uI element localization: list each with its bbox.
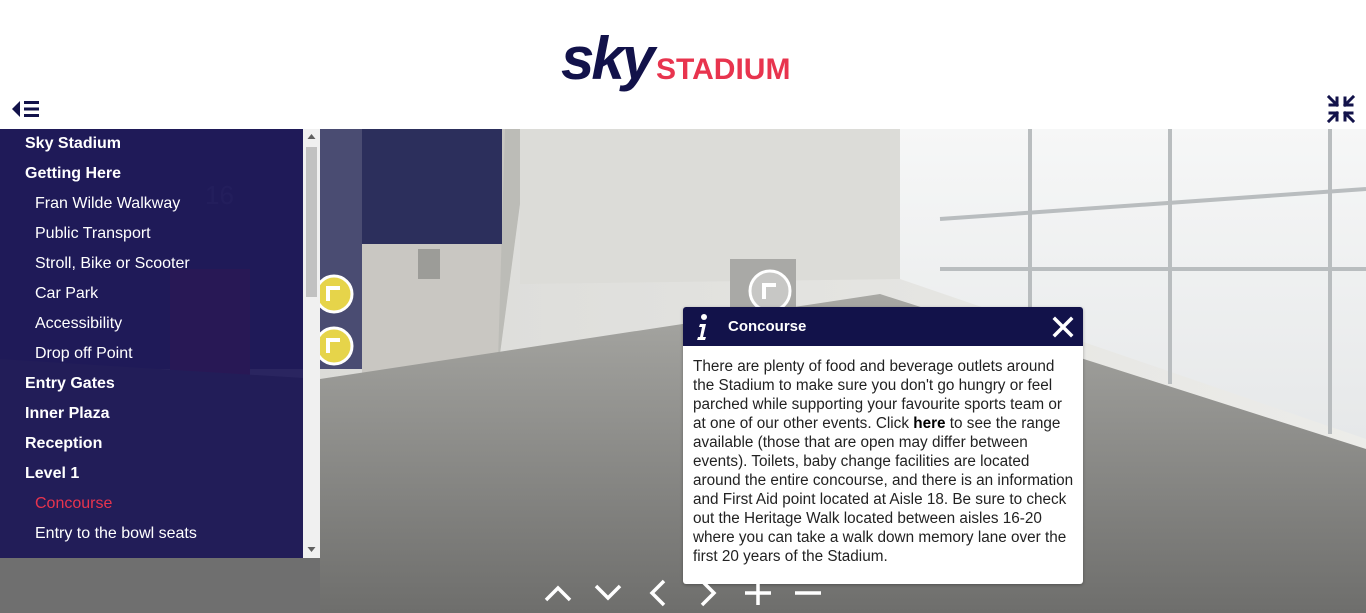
info-popup-header: Concourse	[683, 307, 1083, 346]
sidebar-item[interactable]: Entry to the bowl seats	[0, 519, 320, 549]
sidebar-item[interactable]: Inner Plaza	[0, 399, 320, 429]
sidebar-item[interactable]: Fran Wilde Walkway	[0, 189, 320, 219]
hotspot-arrow-icon[interactable]	[314, 274, 354, 314]
chevron-right-icon[interactable]	[692, 578, 724, 608]
sidebar-scrollbar[interactable]	[303, 129, 320, 558]
hotspot-arrow-icon[interactable]	[314, 326, 354, 366]
chevron-left-icon[interactable]	[642, 578, 674, 608]
sidebar-item[interactable]: Level 1	[0, 459, 320, 489]
scroll-down-icon[interactable]	[303, 543, 320, 555]
sidebar-item[interactable]: Public Transport	[0, 219, 320, 249]
info-popup-title: Concourse	[728, 318, 807, 335]
chevron-up-icon[interactable]	[542, 578, 574, 608]
sidebar-item[interactable]: Sky Stadium	[0, 129, 320, 159]
minus-icon[interactable]	[792, 578, 824, 608]
virtual-tour-app: sky STADIUM Sky Stadium Getting Here Fra…	[0, 0, 1366, 613]
info-here-link[interactable]: here	[913, 415, 945, 432]
sidebar-item[interactable]: Entry Gates	[0, 369, 320, 399]
chevron-down-icon[interactable]	[592, 578, 624, 608]
sidebar-menu: Sky Stadium Getting Here Fran Wilde Walkwa…	[0, 129, 320, 558]
sidebar-item[interactable]: Drop off Point	[0, 339, 320, 369]
info-body-text: to see the range available (those that a…	[693, 415, 1074, 565]
plus-icon[interactable]	[742, 578, 774, 608]
sidebar-item[interactable]: Accessibility	[0, 309, 320, 339]
info-popup-body: There are plenty of food and beverage ou…	[693, 357, 1077, 566]
header: sky STADIUM	[0, 0, 1366, 129]
logo-word-stadium: STADIUM	[656, 53, 790, 86]
close-icon[interactable]	[1051, 315, 1075, 339]
sidebar-item[interactable]: Reception	[0, 429, 320, 459]
exit-fullscreen-icon[interactable]	[1326, 94, 1356, 124]
logo-word-sky: sky	[561, 26, 658, 92]
info-popup: Concourse There are plenty of food and b…	[683, 307, 1083, 584]
sidebar-item[interactable]: Getting Here	[0, 159, 320, 189]
sky-stadium-logo: sky STADIUM	[561, 26, 790, 92]
info-icon	[697, 314, 707, 340]
hotspot-arrow-icon[interactable]	[748, 269, 792, 313]
menu-collapse-icon[interactable]	[10, 96, 42, 122]
sidebar-list: Sky Stadium Getting Here Fran Wilde Walkwa…	[0, 129, 320, 549]
sidebar-item[interactable]: Car Park	[0, 279, 320, 309]
sidebar-item[interactable]: Concourse	[0, 489, 320, 519]
scroll-thumb[interactable]	[306, 147, 317, 297]
scroll-up-icon[interactable]	[303, 131, 320, 143]
sidebar-item[interactable]: Stroll, Bike or Scooter	[0, 249, 320, 279]
